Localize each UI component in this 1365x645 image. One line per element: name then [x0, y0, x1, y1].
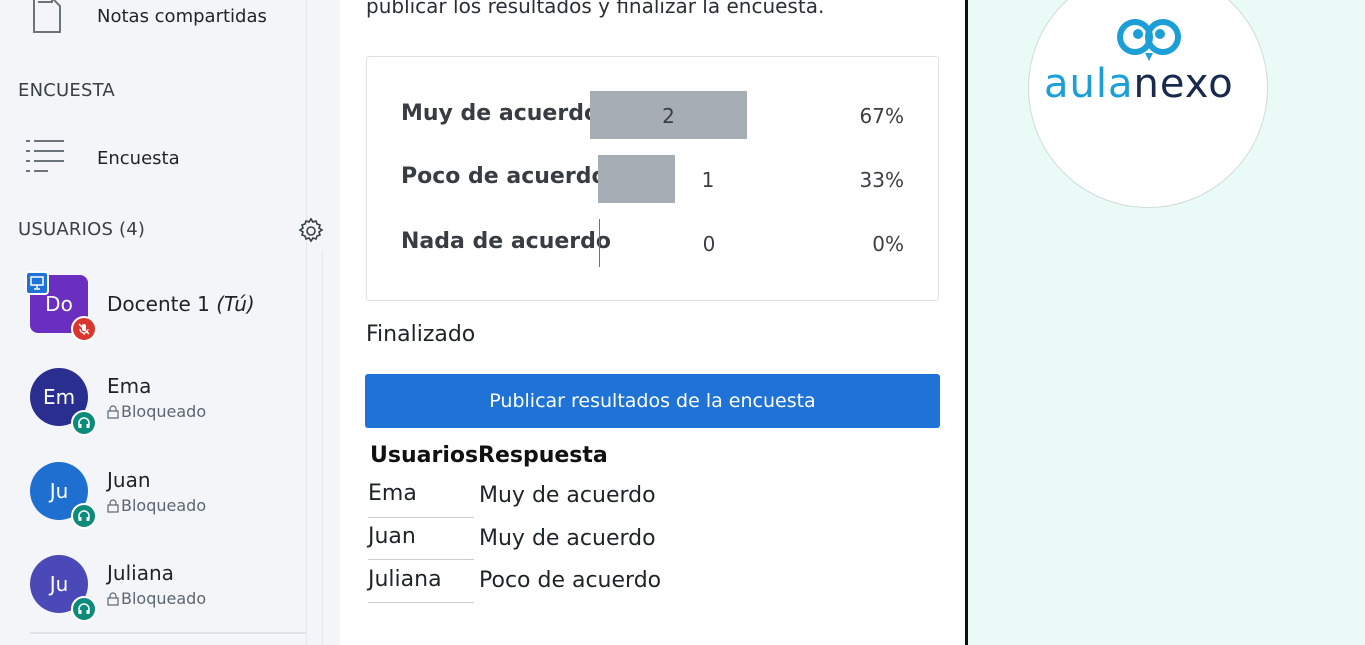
row-divider: [368, 517, 474, 518]
logo-text-part2: nexo: [1133, 61, 1234, 107]
user-item-docente[interactable]: Do Docente 1 (Tú): [0, 266, 306, 346]
list-icon: [26, 140, 64, 172]
user-name: Ema: [107, 374, 152, 398]
result-count: 2: [662, 104, 675, 128]
user-status-text: Bloqueado: [121, 402, 207, 421]
user-list-scrollbar-track[interactable]: [322, 250, 323, 645]
lock-icon: [107, 498, 119, 513]
user-status-text: Bloqueado: [121, 496, 207, 515]
user-name: Juliana: [107, 561, 174, 585]
result-count: 0: [702, 232, 716, 256]
lock-icon: [107, 591, 119, 606]
result-percent: 33%: [859, 168, 904, 192]
table-cell-answer: Muy de acuerdo: [479, 483, 656, 508]
table-cell-answer: Muy de acuerdo: [479, 526, 656, 551]
publish-results-button[interactable]: Publicar resultados de la encuesta: [365, 374, 940, 428]
divider: [30, 632, 306, 634]
sidebar-item-label: Encuesta: [97, 148, 180, 169]
poll-section-title: ENCUESTA: [18, 80, 115, 101]
result-label: Poco de acuerdo: [401, 164, 607, 189]
table-cell-answer: Poco de acuerdo: [479, 568, 662, 593]
table-cell-user: Ema: [368, 481, 417, 506]
row-divider: [368, 602, 474, 603]
you-label: (Tú): [216, 292, 255, 316]
user-status: Bloqueado: [107, 496, 206, 515]
headphones-icon: [71, 596, 97, 622]
user-status-text: Bloqueado: [121, 589, 207, 608]
result-percent: 0%: [872, 232, 904, 256]
poll-status: Finalizado: [366, 322, 476, 347]
gear-icon[interactable]: [296, 216, 326, 246]
lock-icon: [107, 404, 119, 419]
sidebar-item-label: Notas compartidas: [97, 6, 267, 27]
muted-mic-icon: [71, 316, 97, 342]
user-item-juliana[interactable]: Ju Juliana Bloqueado: [0, 547, 306, 627]
presenter-icon: [25, 271, 49, 295]
users-section-title: USUARIOS (4): [18, 219, 146, 240]
poll-panel: publicar los resultados y finalizar la e…: [340, 0, 965, 645]
user-name-text: Docente 1: [107, 292, 210, 316]
sidebar-divider: [306, 0, 307, 645]
avatar-initials: Ju: [49, 572, 69, 596]
result-bar: [598, 155, 675, 203]
row-divider: [368, 559, 474, 560]
avatar-initials: Do: [45, 292, 73, 316]
presentation-area: aulanexo: [965, 0, 1365, 645]
result-label: Muy de acuerdo: [401, 101, 600, 126]
poll-results: Muy de acuerdo 2 67% Poco de acuerdo 1 3…: [366, 56, 939, 301]
table-header-answer: Respuesta: [478, 443, 608, 468]
brand-logo: aulanexo: [1028, 0, 1268, 208]
user-name: Docente 1 (Tú): [107, 292, 255, 316]
avatar-initials: Em: [42, 385, 76, 409]
headphones-icon: [71, 503, 97, 529]
user-status: Bloqueado: [107, 589, 206, 608]
user-name: Juan: [107, 468, 151, 492]
avatar-initials: Ju: [49, 479, 69, 503]
result-count: 1: [701, 168, 715, 192]
user-status: Bloqueado: [107, 402, 206, 421]
result-percent: 67%: [859, 104, 904, 128]
table-cell-user: Juliana: [368, 567, 442, 592]
headphones-icon: [71, 410, 97, 436]
result-label: Nada de acuerdo: [401, 229, 612, 254]
sidebar-item-poll[interactable]: Encuesta: [0, 134, 306, 184]
logo-text-part1: aula: [1044, 61, 1134, 107]
result-bar: [599, 219, 600, 267]
user-item-juan[interactable]: Ju Juan Bloqueado: [0, 454, 306, 534]
table-header-users: Usuarios: [370, 443, 479, 468]
logo-wordmark: aulanexo: [1044, 61, 1234, 107]
table-cell-user: Juan: [368, 524, 416, 549]
poll-instructions: publicar los resultados y finalizar la e…: [366, 0, 825, 18]
user-item-ema[interactable]: Em Ema Bloqueado: [0, 360, 306, 440]
sidebar: Notas compartidas ENCUESTA Encuesta USUA…: [0, 0, 340, 645]
notes-icon: [33, 0, 61, 33]
sidebar-item-shared-notes[interactable]: Notas compartidas: [0, 0, 306, 40]
